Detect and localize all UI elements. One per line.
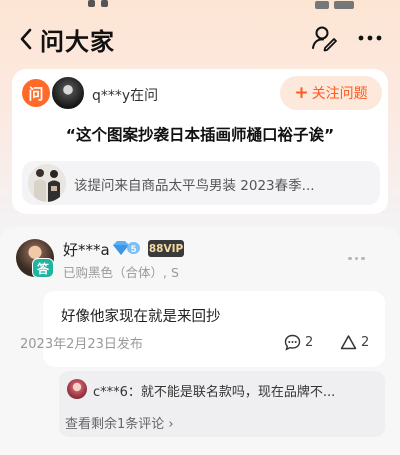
plus-icon: + <box>294 83 309 103</box>
source-product-text: 该提问来自商品太平鸟男装 2023春季... <box>74 178 315 194</box>
source-product-link[interactable]: 该提问来自商品太平鸟男装 2023春季... <box>22 161 380 205</box>
comment-count: 2 <box>305 334 314 350</box>
answer-bubble: 好像他家现在就是来回抄 <box>43 291 385 367</box>
follow-question-button[interactable]: + 关注问题 <box>280 76 382 110</box>
question-text: “这个图案抄袭日本插画师樋口裕子诶” <box>65 126 335 144</box>
answer-date: 2023年2月23日发布 <box>20 337 143 352</box>
comment-button[interactable]: 2 <box>284 333 313 351</box>
more-options-button[interactable] <box>356 26 384 50</box>
reply-avatar <box>67 379 87 399</box>
like-count: 2 <box>361 334 370 350</box>
answer-card: 答 好***a 5 88VIP 已购黑色（合体）, S 好像他家现在就是来回抄 … <box>0 227 400 455</box>
status-bar-time-fragment <box>88 0 128 7</box>
user-edit-icon <box>312 26 337 52</box>
question-card: 问 q***y在问 + 关注问题 “这个图案抄袭日本插画师樋口裕子诶” 该提问来… <box>12 69 388 214</box>
vip-badge: 88VIP <box>148 240 184 257</box>
diamond-level-icon: 5 <box>113 241 140 255</box>
asker-label: q***y在问 <box>92 88 159 104</box>
answer-content: 好像他家现在就是来回抄 <box>61 309 221 325</box>
chevron-left-icon <box>20 28 32 50</box>
follow-question-label: 关注问题 <box>311 86 368 102</box>
answerer-name[interactable]: 好***a <box>63 239 110 260</box>
more-dots-icon <box>358 35 382 41</box>
level-badge: 5 <box>111 240 141 256</box>
answer-badge: 答 <box>32 258 54 278</box>
reply-preview[interactable]: c***6：就不能是联名款吗，现在品牌不... 查看剩余1条评论 › <box>59 371 385 437</box>
ask-badge: 问 <box>20 77 52 109</box>
purchase-info: 已购黑色（合体）, S <box>63 265 179 280</box>
reply-text: c***6：就不能是联名款吗，现在品牌不... <box>93 385 336 400</box>
triangle-like-icon <box>340 334 357 349</box>
answer-more-button[interactable] <box>348 245 368 260</box>
level-number: 5 <box>131 244 137 255</box>
status-bar-indicators <box>310 0 370 9</box>
user-edit-button[interactable] <box>310 24 338 52</box>
back-button[interactable] <box>14 24 42 54</box>
page-title: 问大家 <box>40 28 115 56</box>
top-navigation-bar: 问大家 <box>0 18 400 60</box>
like-button[interactable]: 2 <box>340 333 369 351</box>
asker-avatar[interactable] <box>50 75 86 111</box>
view-remaining-comments-link[interactable]: 查看剩余1条评论 › <box>65 413 174 432</box>
comment-bubble-icon <box>284 334 301 351</box>
product-thumbnail <box>28 164 66 202</box>
